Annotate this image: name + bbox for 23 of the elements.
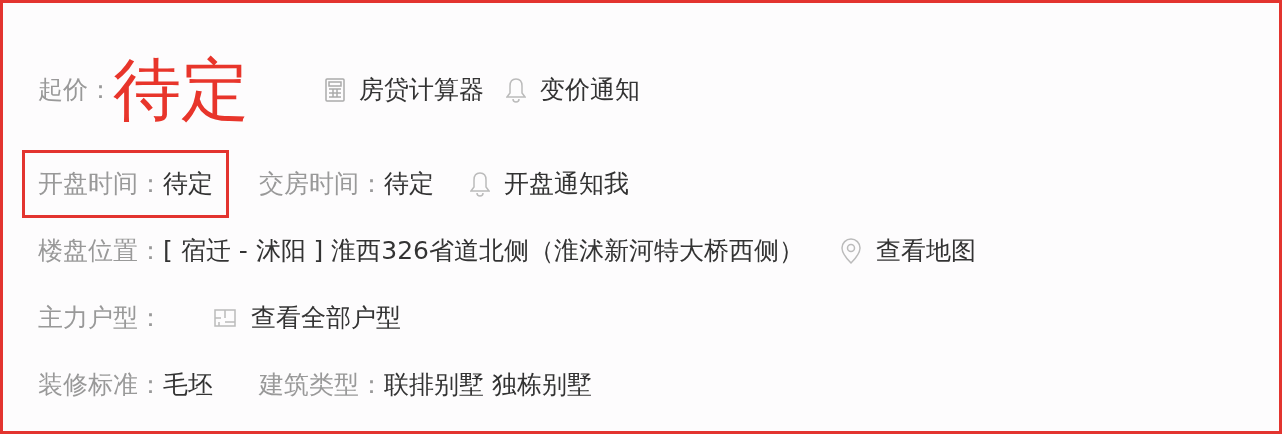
- map-pin-icon: [840, 236, 862, 265]
- field-value: 待定: [163, 167, 213, 200]
- field-value: 待定: [384, 167, 434, 200]
- price-value: 待定: [113, 56, 249, 124]
- calculator-icon: [325, 78, 345, 102]
- field-label: 开盘时间：: [38, 167, 163, 200]
- link[interactable]: 查看全部户型: [251, 298, 401, 337]
- field-label: 起价：: [38, 74, 113, 107]
- link[interactable]: 开盘通知我: [504, 164, 629, 203]
- link[interactable]: 变价通知: [540, 71, 640, 109]
- bell-icon: [506, 77, 526, 103]
- link[interactable]: 查看地图: [876, 231, 976, 270]
- field-label: 装修标准：: [38, 368, 163, 401]
- field-label: 建筑类型：: [259, 368, 384, 401]
- bell-icon: [470, 170, 490, 197]
- field-label: 主力户型：: [38, 301, 163, 334]
- floor-plan-icon: [213, 307, 237, 328]
- field-label: 交房时间：: [259, 167, 384, 200]
- field-value: 毛坯: [163, 368, 213, 401]
- field-label: 楼盘位置：: [38, 234, 163, 267]
- link[interactable]: 房贷计算器: [359, 71, 484, 109]
- field-value: 联排别墅 独栋别墅: [384, 368, 592, 401]
- field-value: [ 宿迁 - 沭阳 ] 淮西326省道北侧（淮沭新河特大桥西侧）: [163, 234, 804, 267]
